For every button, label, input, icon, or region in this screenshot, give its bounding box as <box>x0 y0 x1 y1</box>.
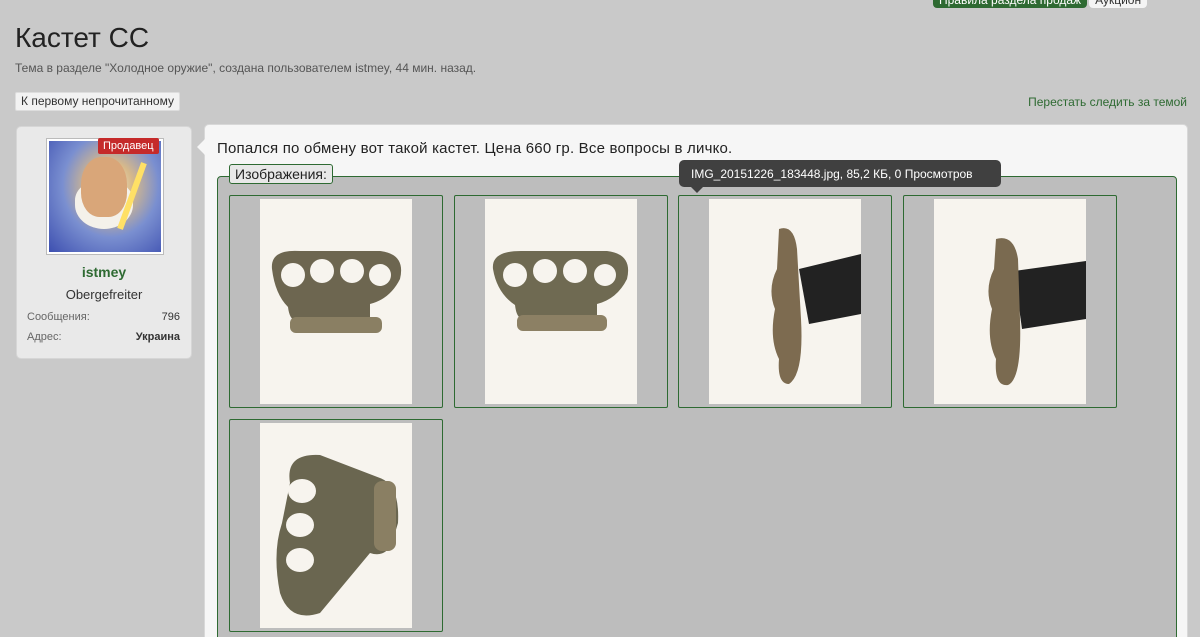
attachments-label: Изображения: <box>229 164 333 184</box>
post-message: Попался по обмену вот такой кастет. Цена… <box>197 124 1188 637</box>
page-title: Кастет СС <box>15 22 150 53</box>
attachment-tooltip: IMG_20151226_183448.jpg, 85,2 КБ, 0 Прос… <box>679 160 1001 193</box>
seller-badge: Продавец <box>98 138 159 154</box>
username[interactable]: istmey <box>17 264 191 280</box>
attachments-block: Изображения: <box>217 164 1177 637</box>
top-tabs: Правила раздела продаж Аукцион <box>933 0 1148 8</box>
user-panel: Продавец istmey Obergefreiter Сообщения:… <box>16 126 192 359</box>
stat-value[interactable]: 796 <box>162 311 180 323</box>
stat-address: Адрес: Украина <box>27 331 180 343</box>
knuckles-photo <box>260 423 412 628</box>
stat-value: Украина <box>135 331 180 343</box>
user-rank: Obergefreiter <box>65 287 143 302</box>
attachment-thumb[interactable] <box>454 195 668 408</box>
knuckles-photo <box>934 199 1086 404</box>
unwatch-thread-link[interactable]: Перестать следить за темой <box>1028 95 1187 109</box>
tab-auction[interactable]: Аукцион <box>1089 0 1148 8</box>
avatar[interactable] <box>46 138 164 255</box>
attachment-thumb[interactable] <box>229 419 443 632</box>
attachment-thumb[interactable] <box>229 195 443 408</box>
tab-sales-rules[interactable]: Правила раздела продаж <box>933 0 1088 8</box>
thread-description: Тема в разделе "Холодное оружие", создан… <box>15 61 477 75</box>
post-text: Попался по обмену вот такой кастет. Цена… <box>217 140 733 157</box>
knuckles-photo <box>260 199 412 404</box>
stat-label: Сообщения: <box>27 311 90 323</box>
stat-label: Адрес: <box>27 331 62 343</box>
avatar-image <box>49 141 161 252</box>
attachment-thumb[interactable] <box>678 195 892 408</box>
stat-messages: Сообщения: 796 <box>27 311 180 323</box>
attachment-thumb[interactable] <box>903 195 1117 408</box>
knuckles-photo <box>485 199 637 404</box>
first-unread-button[interactable]: К первому непрочитанному <box>15 92 180 111</box>
knuckles-photo <box>709 199 861 404</box>
